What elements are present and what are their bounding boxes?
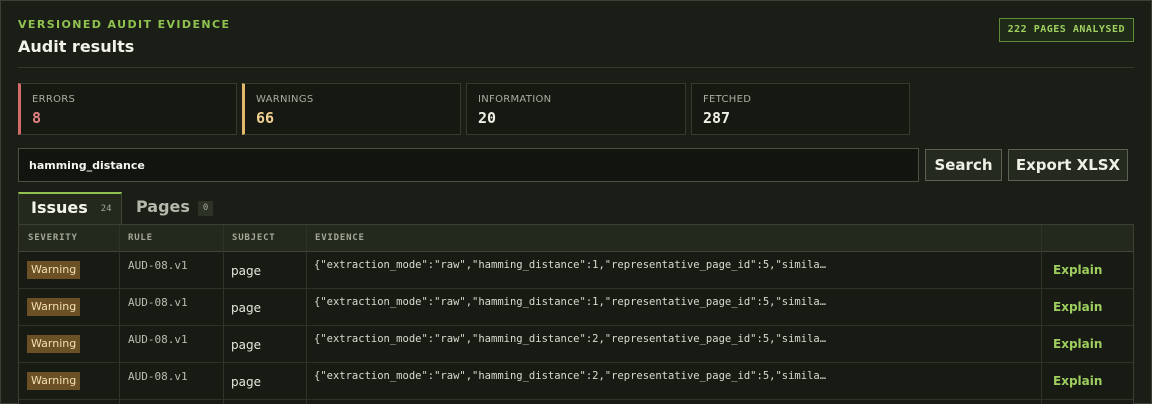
tab-issues-label: Issues	[31, 198, 88, 217]
subject-cell: page	[223, 363, 306, 400]
explain-link[interactable]: Explain	[1053, 374, 1102, 388]
table-row: Warning AUD-08.v1 page {"extraction_mode…	[19, 363, 1133, 400]
stat-fetched-label: FETCHED	[703, 94, 752, 105]
search-input[interactable]	[18, 148, 919, 182]
severity-cell: Warning	[19, 289, 119, 326]
tab-pages-label: Pages	[136, 197, 190, 216]
page-title: Audit results	[18, 37, 135, 56]
evidence-text: {"extraction_mode":"raw","hamming_distan…	[314, 333, 827, 345]
action-cell: Explain	[1041, 326, 1133, 363]
severity-cell: Warning	[19, 363, 119, 400]
tab-issues[interactable]: Issues 24	[18, 192, 122, 224]
subject-cell: page	[223, 326, 306, 363]
table-row: Warning AUD-08.v1 page {"extraction_mode…	[19, 252, 1133, 289]
evidence-cell: {"extraction_mode":"raw","hamming_distan…	[306, 289, 1041, 326]
table-row: Warning AUD-08.v1 page {"extraction_mode…	[19, 289, 1133, 326]
stat-information-value: 20	[478, 109, 497, 127]
rule-id: AUD-08.v1	[128, 333, 188, 346]
stat-warnings-value: 66	[256, 109, 275, 127]
severity-cell: Warning	[19, 326, 119, 363]
column-header-evidence: EVIDENCE	[315, 233, 365, 243]
severity-badge: Warning	[27, 372, 81, 390]
explain-link[interactable]: Explain	[1053, 263, 1102, 277]
column-header-subject: SUBJECT	[232, 233, 276, 243]
search-button[interactable]: Search	[925, 149, 1002, 181]
evidence-cell: {"extraction_mode":"raw","hamming_distan…	[306, 363, 1041, 400]
evidence-text: {"extraction_mode":"raw","hamming_distan…	[314, 370, 827, 382]
evidence-text: {"extraction_mode":"raw","hamming_distan…	[314, 259, 827, 271]
stat-warnings-label: WARNINGS	[256, 94, 314, 105]
subject-text: page	[231, 301, 261, 315]
stat-errors: ERRORS 8	[18, 83, 237, 135]
stat-information-label: INFORMATION	[478, 94, 552, 105]
severity-cell: Warning	[19, 252, 119, 289]
stat-fetched: FETCHED 287	[691, 83, 910, 135]
rule-cell: AUD-08.v1	[119, 363, 223, 400]
explain-link[interactable]: Explain	[1053, 300, 1102, 314]
rule-id: AUD-08.v1	[128, 296, 188, 309]
rule-cell: AUD-08.v1	[119, 252, 223, 289]
subject-cell: page	[223, 252, 306, 289]
severity-badge: Warning	[27, 335, 81, 353]
action-cell: Explain	[1041, 289, 1133, 326]
column-header-rule: RULE	[128, 233, 153, 243]
evidence-text: {"extraction_mode":"raw","hamming_distan…	[314, 296, 827, 308]
stat-errors-label: ERRORS	[32, 94, 76, 105]
issues-table: SEVERITY RULE SUBJECT EVIDENCE Warning A…	[18, 224, 1134, 404]
export-xlsx-button[interactable]: Export XLSX	[1008, 149, 1128, 181]
subject-text: page	[231, 375, 261, 389]
column-header-severity: SEVERITY	[28, 233, 78, 243]
tab-pages-count: 0	[197, 201, 214, 216]
stat-information: INFORMATION 20	[466, 83, 686, 135]
stat-errors-value: 8	[32, 109, 42, 127]
rule-cell: AUD-08.v1	[119, 289, 223, 326]
evidence-cell: {"extraction_mode":"raw","hamming_distan…	[306, 326, 1041, 363]
rule-id: AUD-08.v1	[128, 370, 188, 383]
table-header: SEVERITY RULE SUBJECT EVIDENCE	[19, 225, 1133, 252]
severity-badge: Warning	[27, 261, 81, 279]
subject-text: page	[231, 338, 261, 352]
stat-warnings: WARNINGS 66	[242, 83, 461, 135]
table-row: Warning AUD-08.v1 page {"extraction_mode…	[19, 326, 1133, 363]
evidence-cell: {"extraction_mode":"raw","hamming_distan…	[306, 252, 1041, 289]
subject-cell: page	[223, 289, 306, 326]
header-divider	[18, 67, 1134, 68]
tab-pages[interactable]: Pages 0	[124, 192, 224, 224]
rule-cell: AUD-08.v1	[119, 326, 223, 363]
stat-fetched-value: 287	[703, 109, 731, 127]
pages-analysed-badge: 222 PAGES ANALYSED	[998, 18, 1134, 42]
rule-id: AUD-08.v1	[128, 259, 188, 272]
tab-issues-count: 24	[100, 204, 112, 214]
action-cell: Explain	[1041, 252, 1133, 289]
explain-link[interactable]: Explain	[1053, 337, 1102, 351]
subject-text: page	[231, 264, 261, 278]
page-eyebrow: VERSIONED AUDIT EVIDENCE	[18, 18, 231, 31]
action-cell: Explain	[1041, 363, 1133, 400]
severity-badge: Warning	[27, 298, 81, 316]
